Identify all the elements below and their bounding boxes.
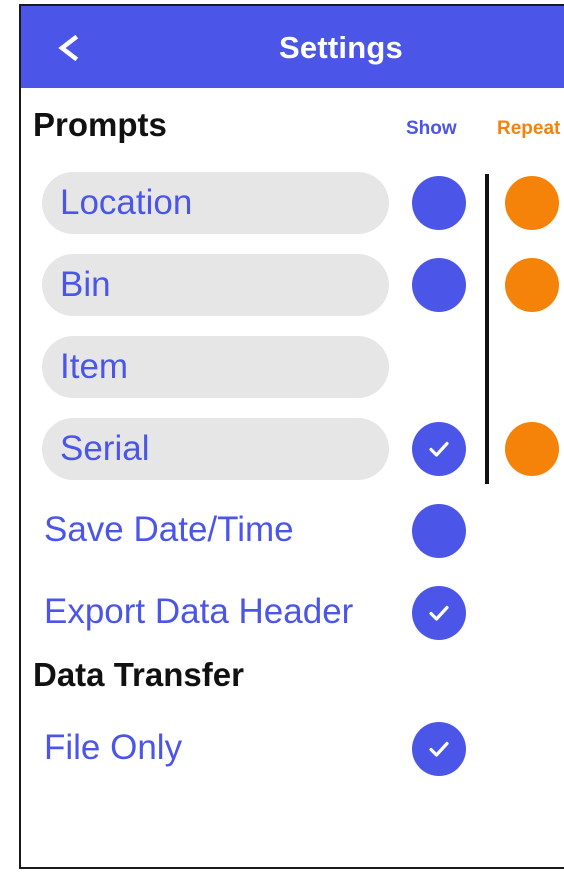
export-data-header-option[interactable]: Export Data Header [44,592,353,632]
checkmark-icon [429,741,449,757]
bin-show-toggle[interactable] [412,258,466,312]
app-bar: Settings [21,6,564,88]
prompt-bin[interactable]: Bin [42,254,389,316]
page-title: Settings [279,30,403,65]
show-column-header: Show [406,118,457,139]
save-date-time-option[interactable]: Save Date/Time [44,510,294,550]
prompts-heading: Prompts [33,106,167,143]
data-transfer-heading: Data Transfer [33,656,244,693]
location-show-toggle[interactable] [412,176,466,230]
export-data-header-toggle[interactable] [412,586,466,640]
prompt-item[interactable]: Item [42,336,389,398]
file-only-option[interactable]: File Only [44,728,182,768]
checkmark-icon [429,605,449,621]
serial-show-toggle[interactable] [412,422,466,476]
settings-screen: Settings Prompts Show Repeat Location Bi… [19,4,564,869]
location-repeat-toggle[interactable] [505,176,559,230]
serial-repeat-toggle[interactable] [505,422,559,476]
file-only-toggle[interactable] [412,722,466,776]
column-divider [485,174,489,484]
bin-repeat-toggle[interactable] [505,258,559,312]
save-date-time-toggle[interactable] [412,504,466,558]
checkmark-icon [429,441,449,457]
prompt-serial[interactable]: Serial [42,418,389,480]
repeat-column-header: Repeat [497,118,561,139]
prompt-location[interactable]: Location [42,172,389,234]
